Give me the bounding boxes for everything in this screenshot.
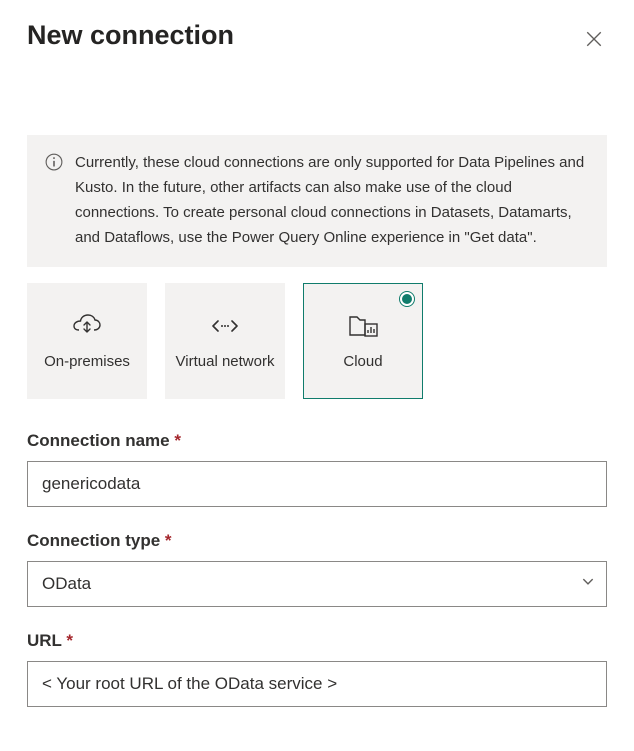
dialog-header: New connection [27, 20, 607, 55]
field-label: URL * [27, 631, 607, 651]
tile-cloud[interactable]: Cloud [303, 283, 423, 399]
close-button[interactable] [581, 26, 607, 55]
tile-label: Cloud [343, 352, 382, 372]
field-url: URL * [27, 631, 607, 707]
info-icon [45, 153, 63, 251]
cloud-sync-icon [72, 310, 102, 342]
required-indicator: * [66, 631, 73, 650]
field-label: Connection name * [27, 431, 607, 451]
close-icon [585, 30, 603, 51]
tile-label: Virtual network [176, 352, 275, 372]
required-indicator: * [165, 531, 172, 550]
network-icon [212, 310, 238, 342]
required-indicator: * [174, 431, 181, 450]
url-input[interactable] [27, 661, 607, 707]
tile-label: On-premises [44, 352, 130, 372]
connection-name-input[interactable] [27, 461, 607, 507]
info-banner: Currently, these cloud connections are o… [27, 135, 607, 267]
folder-chart-icon [348, 310, 378, 342]
field-label: Connection type * [27, 531, 607, 551]
field-connection-type: Connection type * OData [27, 531, 607, 607]
dialog-title: New connection [27, 20, 234, 51]
field-connection-name: Connection name * [27, 431, 607, 507]
tile-on-premises[interactable]: On-premises [27, 283, 147, 399]
tile-virtual-network[interactable]: Virtual network [165, 283, 285, 399]
info-text: Currently, these cloud connections are o… [75, 151, 589, 251]
connection-type-select[interactable]: OData [27, 561, 607, 607]
connection-location-tiles: On-premises Virtual network [27, 283, 607, 399]
tile-selected-indicator [399, 291, 415, 307]
